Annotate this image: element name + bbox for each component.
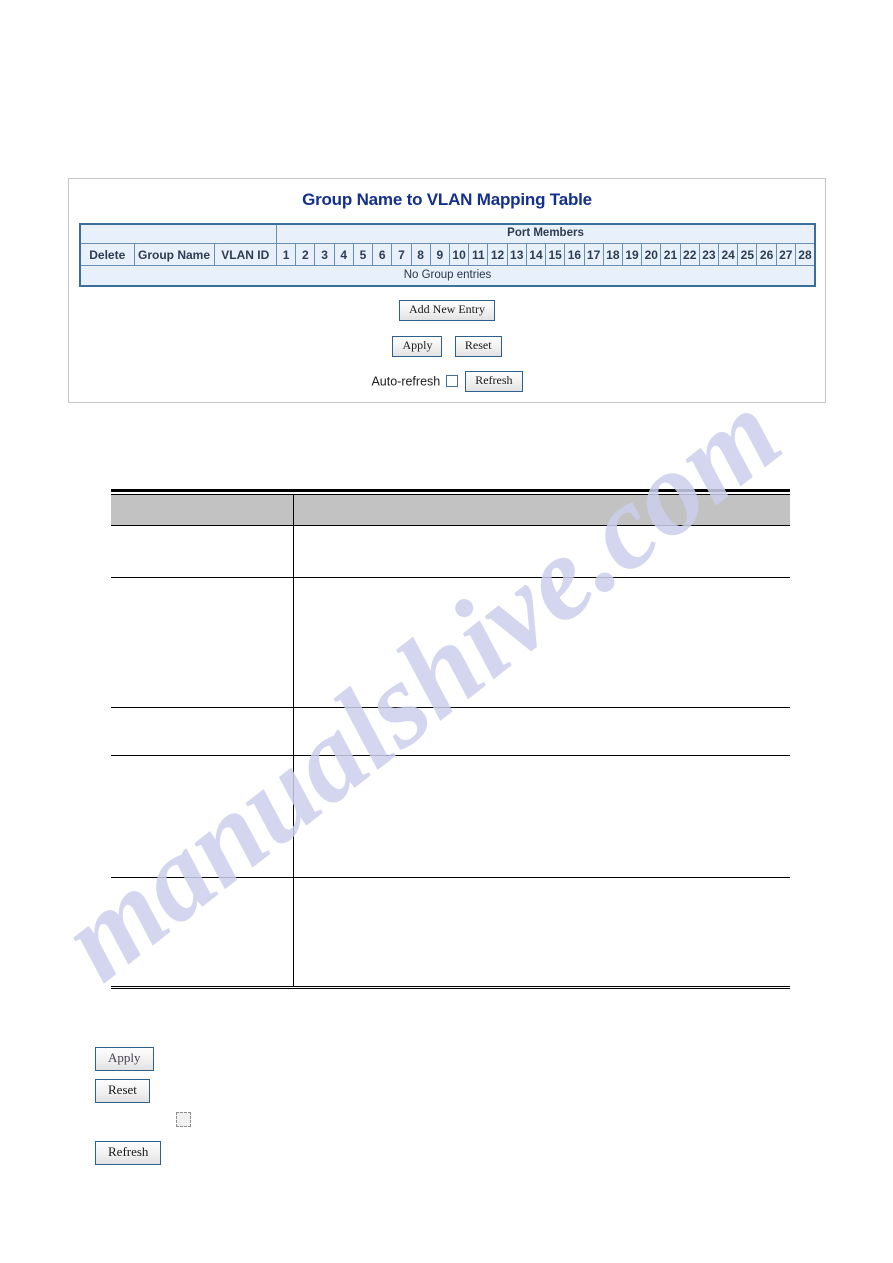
- legend-refresh-button-figure: Refresh: [95, 1141, 162, 1165]
- port-header-11: 11: [468, 243, 489, 266]
- port-header-20: 20: [641, 243, 662, 266]
- column-header-group-name: Group Name: [133, 243, 215, 266]
- auto-refresh-row: Auto-refresh Refresh: [69, 371, 825, 392]
- port-header-1: 1: [275, 243, 297, 266]
- description-table: [111, 494, 790, 989]
- table-row-portmembers-group: Port Members: [80, 223, 815, 244]
- legend-reset-button-figure: Reset: [95, 1079, 150, 1103]
- table-row: [111, 707, 790, 756]
- legend-auto-refresh-checkbox[interactable]: [176, 1112, 191, 1127]
- description-row-label: [111, 877, 294, 989]
- spacer-cell-group: [134, 223, 214, 244]
- port-header-26: 26: [756, 243, 777, 266]
- add-new-entry-button[interactable]: Add New Entry: [399, 300, 495, 321]
- port-header-17: 17: [583, 243, 604, 266]
- auto-refresh-checkbox[interactable]: [446, 375, 459, 388]
- description-table-top-rule: [111, 489, 790, 492]
- add-new-entry-row: Add New Entry: [69, 300, 825, 321]
- legend-apply-button-figure: Apply: [95, 1047, 154, 1071]
- description-row-label: [111, 525, 294, 578]
- legend-checkbox-figure: [176, 1112, 191, 1132]
- table-row: [111, 755, 790, 878]
- column-header-delete: Delete: [79, 243, 135, 266]
- description-row-label: [111, 577, 294, 708]
- port-header-16: 16: [564, 243, 585, 266]
- description-row-label: [111, 755, 294, 878]
- description-row-text: [293, 707, 790, 756]
- port-header-25: 25: [737, 243, 758, 266]
- port-header-23: 23: [698, 243, 720, 266]
- table-header-row: Delete Group Name VLAN ID 1 2 3 4 5 6 7 …: [79, 243, 816, 266]
- table-row-empty: No Group entries: [80, 265, 815, 287]
- port-header-21: 21: [660, 243, 681, 266]
- description-column-header-object: [111, 494, 294, 526]
- port-header-5: 5: [352, 243, 374, 266]
- port-members-header: Port Members: [276, 223, 815, 244]
- description-row-label: [111, 707, 294, 756]
- vlan-mapping-panel: Group Name to VLAN Mapping Table Port Me…: [68, 178, 826, 403]
- port-header-18: 18: [602, 243, 623, 266]
- port-header-10: 10: [448, 243, 470, 266]
- apply-button[interactable]: Apply: [392, 336, 443, 357]
- spacer-cell-vlan: [214, 223, 277, 244]
- port-header-24: 24: [718, 243, 739, 266]
- port-header-12: 12: [487, 243, 508, 266]
- description-table-header-row: [111, 494, 790, 526]
- port-header-6: 6: [372, 243, 393, 266]
- column-header-vlan-id: VLAN ID: [213, 243, 277, 266]
- group-vlan-mapping-table-wrap: Port Members Delete Group Name VLAN ID 1…: [79, 223, 816, 287]
- group-vlan-mapping-table: Port Members Delete Group Name VLAN ID 1…: [79, 223, 816, 287]
- port-header-15: 15: [545, 243, 566, 266]
- page-title: Group Name to VLAN Mapping Table: [302, 190, 592, 209]
- reset-button[interactable]: Reset: [454, 336, 502, 357]
- refresh-button[interactable]: Refresh: [465, 371, 523, 392]
- apply-reset-row: Apply Reset: [69, 336, 825, 357]
- port-header-22: 22: [679, 243, 700, 266]
- port-header-2: 2: [295, 243, 316, 266]
- port-header-13: 13: [506, 243, 527, 266]
- legend-apply-button[interactable]: Apply: [95, 1047, 154, 1071]
- port-header-9: 9: [429, 243, 450, 266]
- description-row-text: [293, 877, 790, 989]
- spacer-cell-delete: [80, 223, 134, 244]
- port-header-8: 8: [410, 243, 431, 266]
- table-row: [111, 877, 790, 989]
- auto-refresh-label: Auto-refresh: [371, 374, 441, 389]
- legend-reset-button[interactable]: Reset: [95, 1079, 150, 1103]
- description-column-header-description: [293, 494, 790, 526]
- port-header-19: 19: [621, 243, 643, 266]
- table-row: [111, 577, 790, 708]
- port-header-7: 7: [391, 243, 412, 266]
- legend-refresh-button[interactable]: Refresh: [95, 1141, 162, 1165]
- port-header-14: 14: [525, 243, 547, 266]
- port-header-27: 27: [775, 243, 796, 266]
- description-row-text: [293, 525, 790, 578]
- port-header-4: 4: [333, 243, 354, 266]
- port-header-28: 28: [794, 243, 816, 266]
- port-header-3: 3: [314, 243, 335, 266]
- description-row-text: [293, 577, 790, 708]
- table-row: [111, 525, 790, 578]
- empty-message: No Group entries: [80, 265, 815, 287]
- description-row-text: [293, 755, 790, 878]
